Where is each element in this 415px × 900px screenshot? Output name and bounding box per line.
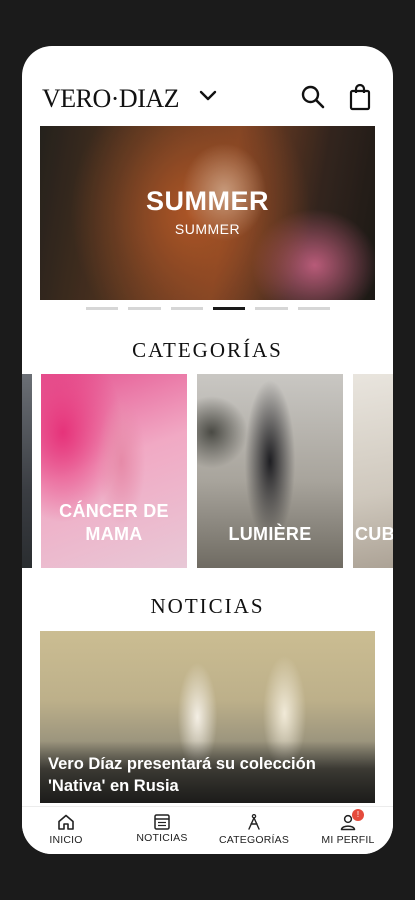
carousel-dot-active[interactable] — [212, 307, 246, 310]
category-label: LUMIÈRE — [228, 524, 312, 544]
category-label: CÁNCER DE MAMA — [59, 501, 169, 544]
news-heading: NOTICIAS — [150, 594, 265, 618]
app-screen: VERO·DIAZ SUMMER SUMMER CATEGORÍAS CÁNCE… — [22, 46, 393, 854]
hero-banner[interactable]: SUMMER SUMMER — [40, 126, 375, 300]
banner-title: SUMMER — [146, 186, 269, 216]
carousel-dot[interactable] — [297, 307, 330, 310]
carousel-dot[interactable] — [128, 307, 161, 310]
category-card-lumiere[interactable]: LUMIÈRE — [197, 374, 343, 568]
brand-logo[interactable]: VERO·DIAZ — [42, 84, 180, 114]
search-icon[interactable] — [300, 84, 326, 110]
carousel-dot[interactable] — [86, 307, 119, 310]
category-card-partial[interactable] — [22, 374, 32, 568]
home-icon — [58, 814, 74, 830]
category-label: CUB — [355, 524, 393, 544]
carousel-dot[interactable] — [170, 307, 203, 310]
news-card[interactable]: Vero Díaz presentará su colección 'Nativ… — [40, 631, 375, 803]
banner-subtitle: SUMMER — [174, 221, 241, 237]
carousel-indicator — [86, 307, 330, 311]
bottom-nav: INICIO NOTICIAS CATEGORÍAS ! MI PERFIL — [22, 806, 393, 854]
shopping-bag-icon[interactable] — [348, 83, 372, 111]
category-card-cancer-de-mama[interactable]: CÁNCER DE MAMA — [41, 374, 187, 568]
nav-item-noticias[interactable]: NOTICIAS — [132, 807, 192, 854]
newspaper-icon — [154, 814, 170, 830]
categories-heading: CATEGORÍAS — [132, 338, 283, 362]
news-headline: Vero Díaz presentará su colección 'Nativ… — [48, 755, 316, 795]
hanger-icon — [248, 813, 260, 830]
nav-label: NOTICIAS — [136, 832, 188, 844]
nav-label: CATEGORÍAS — [218, 834, 290, 846]
category-carousel[interactable]: CÁNCER DE MAMA LUMIÈRE CUB — [22, 374, 393, 568]
nav-label: MI PERFIL — [321, 834, 375, 846]
nav-item-inicio[interactable]: INICIO — [38, 807, 94, 854]
notification-badge: ! — [352, 809, 364, 821]
nav-item-mi-perfil[interactable]: ! MI PERFIL — [318, 807, 378, 854]
nav-item-categorias[interactable]: CATEGORÍAS — [219, 807, 289, 854]
carousel-dot[interactable] — [255, 307, 288, 310]
nav-label: INICIO — [49, 834, 83, 846]
category-card-partial-right[interactable]: CUB — [353, 374, 393, 568]
chevron-down-icon[interactable] — [198, 88, 218, 104]
